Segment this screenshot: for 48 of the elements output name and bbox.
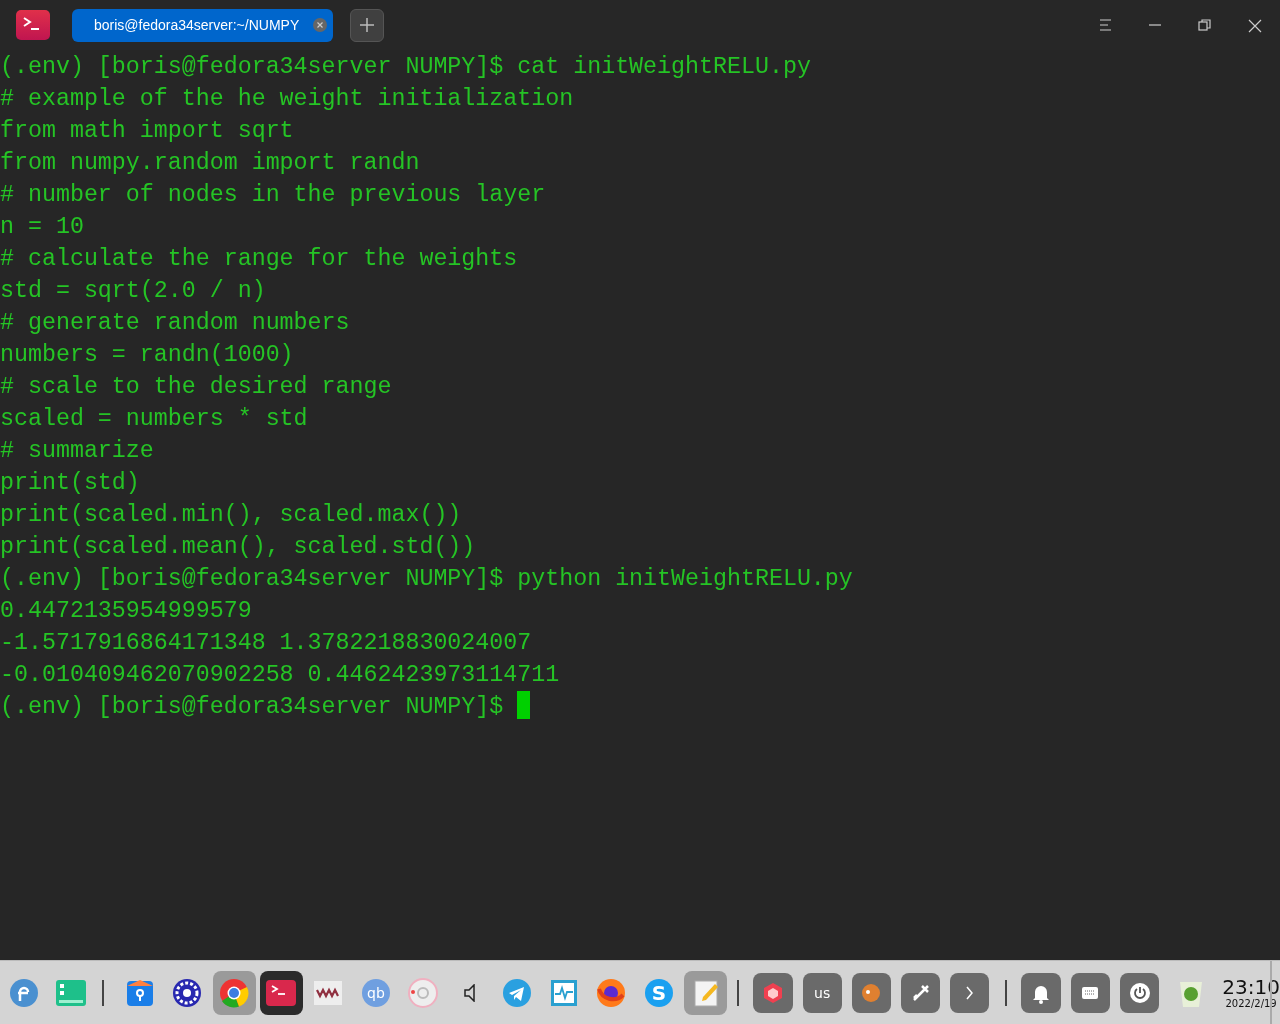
gear-icon <box>171 976 203 1009</box>
close-icon[interactable] <box>313 17 327 32</box>
skype-icon: S <box>642 976 675 1009</box>
terminal-line: # scale to the desired range <box>0 373 393 402</box>
new-tab-button[interactable] <box>350 8 384 42</box>
keyboard-layout-button[interactable]: us <box>802 972 842 1013</box>
chrome-icon <box>218 976 251 1009</box>
terminal-line: numbers = randn(1000) <box>0 341 295 370</box>
speaker-icon <box>463 983 476 1002</box>
terminal-button[interactable] <box>259 970 303 1015</box>
clock-date: 2022/2/19 <box>1225 997 1277 1010</box>
terminal-line: # summarize <box>0 437 155 466</box>
terminal-line: std = sqrt(2.0 / n) <box>0 277 267 306</box>
terminal-line: -0.010409462070902258 0.4462423973114711 <box>0 661 561 690</box>
terminal-line: print(scaled.min(), scaled.max()) <box>0 501 463 530</box>
bell-button[interactable] <box>1021 972 1061 1013</box>
terminal-logo-icon <box>16 10 50 40</box>
restore-icon <box>1196 17 1214 33</box>
notepad-button[interactable] <box>684 970 728 1015</box>
telegram-icon <box>501 976 534 1009</box>
terminal-line: (.env) [boris@fedora34server NUMPY]$ python initWeightRELU.py <box>0 565 854 594</box>
qb-button[interactable]: qb <box>354 970 398 1015</box>
terminal-line: (.env) [boris@fedora34server NUMPY]$ <box>0 691 1280 723</box>
chevron-icon <box>965 985 974 1000</box>
terminal-line: # example of the he weight initialization <box>0 85 575 114</box>
cube-button[interactable] <box>753 972 793 1013</box>
terminal-line: # number of nodes in the previous layer <box>0 181 547 210</box>
keyboard-button[interactable] <box>1070 972 1110 1013</box>
terminal-line: (.env) [boris@fedora34server NUMPY]$ cat initWeightRELU.py <box>0 53 812 82</box>
skype-button[interactable]: S <box>637 970 681 1015</box>
power-button[interactable] <box>1119 972 1160 1013</box>
disc-icon <box>406 976 439 1009</box>
terminal-line: print(std) <box>0 469 141 498</box>
terminal-line: # generate random numbers <box>0 309 351 338</box>
close-icon <box>1246 17 1264 33</box>
terminal-line: 0.4472135954999579 <box>0 597 253 626</box>
terminal-line: scaled = numbers * std <box>0 405 309 434</box>
terminal-line: from math import sqrt <box>0 117 295 146</box>
terminal-tab[interactable]: boris@fedora34server:~/NUMPY <box>72 8 333 42</box>
terminal-line: n = 10 <box>0 213 85 242</box>
chevron-button[interactable] <box>950 972 990 1013</box>
terminal-line: print(scaled.mean(), scaled.std()) <box>0 533 477 562</box>
terminal-line: # calculate the range for the weights <box>0 245 519 274</box>
terminal-line: -1.5717916864171348 1.3782218830024007 <box>0 629 533 658</box>
qb-icon: qb <box>359 976 392 1009</box>
minimize-icon <box>1149 24 1161 26</box>
terminal-line: from numpy.random import randn <box>0 149 421 178</box>
plus-icon <box>360 18 374 32</box>
